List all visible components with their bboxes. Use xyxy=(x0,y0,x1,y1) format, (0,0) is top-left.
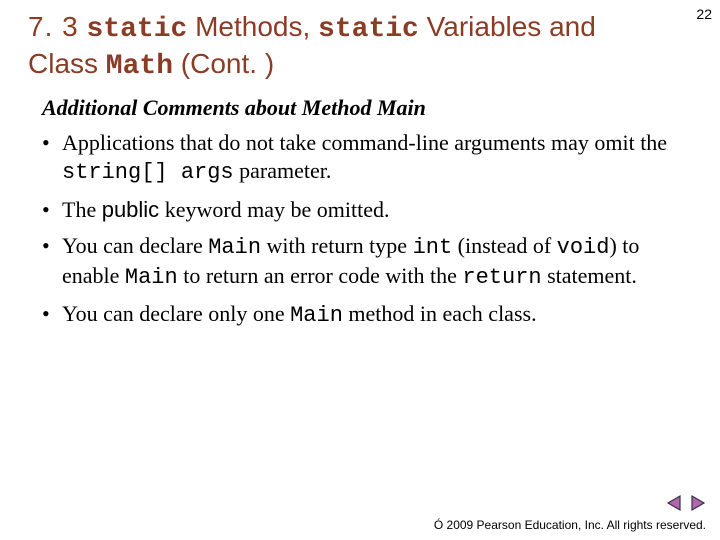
b3-p6: statement. xyxy=(542,263,637,288)
bullet-item-2: The public keyword may be omitted. xyxy=(42,196,684,224)
title-word-variables: Variables xyxy=(427,11,542,42)
nav-arrows xyxy=(666,494,706,512)
slide-title: 7. 3 static Methods, static Variables an… xyxy=(28,10,628,83)
b3-code3: void xyxy=(557,235,610,260)
title-cont: (Cont. ) xyxy=(181,48,274,79)
triangle-right-icon xyxy=(688,494,706,512)
b3-code5: return xyxy=(462,265,541,290)
copyright-footer: Ó 2009 Pearson Education, Inc. All right… xyxy=(434,518,706,532)
b3-code1: Main xyxy=(208,235,261,260)
next-slide-button[interactable] xyxy=(688,494,706,512)
title-word-methods: Methods, xyxy=(195,11,310,42)
b3-p1: You can declare xyxy=(62,233,208,258)
title-code-1: static xyxy=(86,14,187,45)
subheading: Additional Comments about Method Main xyxy=(42,95,702,121)
bullet-item-1: Applications that do not take command-li… xyxy=(42,129,684,187)
copyright-symbol: Ó xyxy=(434,518,443,532)
b3-p3: (instead of xyxy=(452,233,556,258)
b4-p2: method in each class. xyxy=(343,301,537,326)
b3-code4: Main xyxy=(125,265,178,290)
b4-p1: You can declare only one xyxy=(62,301,290,326)
b3-p5: to return an error code with the xyxy=(178,263,463,288)
b2-code: public xyxy=(102,197,159,222)
b1-code: string[] args xyxy=(62,160,234,185)
b1-p2: parameter. xyxy=(234,158,332,183)
title-code-3: Math xyxy=(106,51,173,82)
b1-p1: Applications that do not take command-li… xyxy=(62,130,667,155)
b2-p1: The xyxy=(62,197,102,222)
triangle-left-icon xyxy=(666,494,684,512)
b3-code2: int xyxy=(413,235,453,260)
section-number: 7. 3 xyxy=(28,11,79,42)
prev-slide-button[interactable] xyxy=(666,494,684,512)
copyright-text: 2009 Pearson Education, Inc. All rights … xyxy=(447,518,706,532)
bullet-item-4: You can declare only one Main method in … xyxy=(42,300,684,330)
bullet-item-3: You can declare Main with return type in… xyxy=(42,232,684,292)
b2-p2: keyword may be omitted. xyxy=(159,197,389,222)
page-number: 22 xyxy=(696,6,712,22)
title-code-2: static xyxy=(318,14,419,45)
bullet-list: Applications that do not take command-li… xyxy=(28,129,702,330)
b4-code: Main xyxy=(290,303,343,328)
b3-p2: with return type xyxy=(261,233,413,258)
